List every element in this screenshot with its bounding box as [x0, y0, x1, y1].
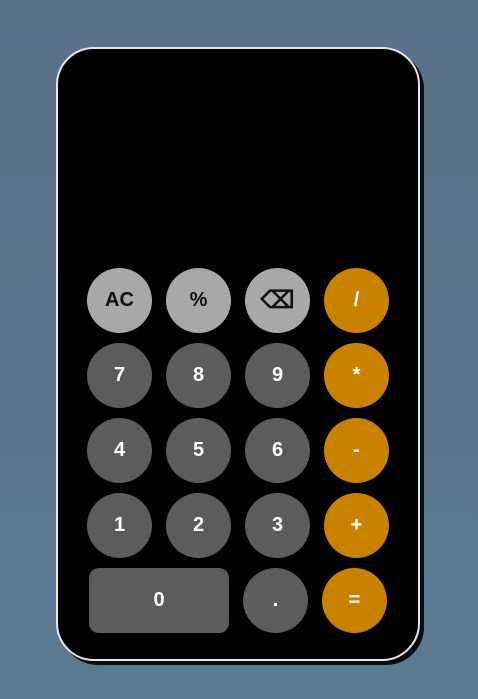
zero-button[interactable]: 0 — [89, 568, 229, 633]
three-button[interactable]: 3 — [245, 493, 310, 558]
decimal-button[interactable]: . — [243, 568, 308, 633]
equals-button[interactable]: = — [322, 568, 387, 633]
seven-button[interactable]: 7 — [87, 343, 152, 408]
five-button[interactable]: 5 — [166, 418, 231, 483]
multiply-button[interactable]: * — [324, 343, 389, 408]
ac-button[interactable]: AC — [87, 268, 152, 333]
four-button[interactable]: 4 — [87, 418, 152, 483]
six-button[interactable]: 6 — [245, 418, 310, 483]
add-button[interactable]: + — [324, 493, 389, 558]
subtract-button[interactable]: - — [324, 418, 389, 483]
nine-button[interactable]: 9 — [245, 343, 310, 408]
backspace-button[interactable]: ⌫ — [245, 268, 310, 333]
backspace-icon: ⌫ — [260, 287, 295, 314]
display — [78, 69, 398, 249]
eight-button[interactable]: 8 — [166, 343, 231, 408]
one-button[interactable]: 1 — [87, 493, 152, 558]
divide-button[interactable]: / — [324, 268, 389, 333]
two-button[interactable]: 2 — [166, 493, 231, 558]
percent-button[interactable]: % — [166, 268, 231, 333]
calculator: AC % ⌫ / 7 8 9 * 4 5 6 - 1 2 3 + 0 . = — [56, 47, 420, 661]
